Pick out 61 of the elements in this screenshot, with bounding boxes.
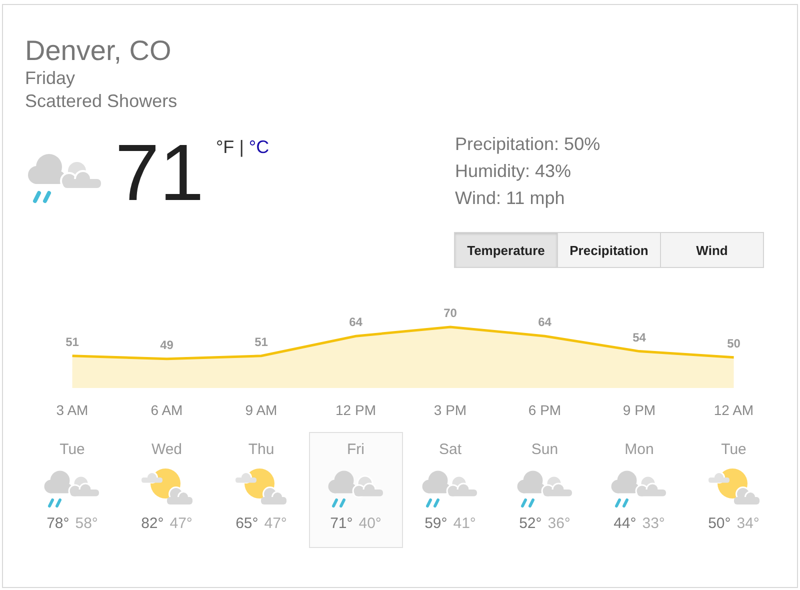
low-temperature: 40°	[358, 515, 382, 532]
hour-label: 9 PM	[622, 402, 657, 418]
weather-detail: Humidity: 43%	[455, 160, 572, 183]
forecast-day[interactable]: Mon 44° 33°	[592, 432, 686, 548]
day-name: Thu	[248, 441, 274, 458]
low-temperature: 41°	[453, 515, 476, 532]
unit-separator: |	[239, 137, 244, 157]
hour-label: 3 PM	[432, 402, 468, 418]
forecast-day[interactable]: Tue 78° 58°	[25, 432, 120, 548]
high-temperature: 59°	[424, 515, 448, 532]
forecast-day[interactable]: Sat 59° 41°	[403, 432, 498, 548]
forecast-day[interactable]: Sun 52° 36°	[498, 432, 592, 548]
hour-label: 12 AM	[712, 402, 755, 418]
hour-label: 12 PM	[334, 402, 377, 418]
low-temperature: 33°	[642, 515, 665, 532]
data-label: 64	[349, 315, 362, 330]
data-label: 64	[538, 315, 552, 330]
day-name: Tue	[60, 441, 85, 458]
forecast-day[interactable]: Fri 71° 40°	[308, 432, 403, 548]
chart-tab[interactable]: Temperature	[454, 232, 558, 268]
day-name: Wed	[151, 441, 182, 458]
chart-tab[interactable]: Precipitation	[557, 232, 661, 268]
day-name: Fri	[347, 441, 364, 458]
data-label: 70	[444, 306, 457, 320]
low-temperature: 47°	[170, 515, 192, 532]
high-temperature: 65°	[236, 515, 258, 532]
data-label: 54	[632, 330, 646, 344]
data-label: 51	[66, 334, 79, 349]
current-temperature: 71	[115, 133, 204, 213]
high-temperature: 78°	[46, 515, 70, 532]
forecast-day[interactable]: Tue 50° 34°	[686, 432, 781, 548]
low-temperature: 34°	[736, 515, 760, 532]
unit-label: °F	[216, 137, 234, 157]
hour-label: 3 AM	[55, 402, 90, 418]
data-label: 51	[254, 334, 268, 349]
unit-link[interactable]: °C	[248, 137, 270, 157]
low-temperature: 47°	[264, 515, 287, 532]
condition-label: Scattered Showers	[25, 90, 178, 113]
forecast-day[interactable]: Wed 82° 47°	[120, 432, 214, 548]
data-label: 49	[160, 338, 174, 352]
high-temperature: 71°	[330, 515, 353, 532]
low-temperature: 58°	[75, 515, 98, 532]
hour-label: 6 AM	[150, 402, 184, 418]
day-name: Sun	[531, 441, 558, 458]
hour-label: 9 AM	[244, 402, 278, 418]
forecast-day[interactable]: Thu 65° 47°	[214, 432, 308, 548]
data-label: 50	[727, 336, 740, 350]
hour-label: 6 PM	[527, 402, 562, 418]
weather-detail: Precipitation: 50%	[455, 133, 602, 156]
day-label: Friday	[25, 67, 76, 90]
high-temperature: 44°	[614, 515, 636, 532]
high-temperature: 52°	[519, 515, 542, 532]
chart-tab[interactable]: Wind	[660, 232, 764, 268]
weather-detail: Wind: 11 mph	[455, 187, 566, 210]
day-name: Tue	[721, 441, 746, 458]
day-name: Sat	[438, 441, 462, 458]
location-title: Denver, CO	[25, 35, 172, 67]
high-temperature: 82°	[141, 515, 164, 532]
day-name: Mon	[624, 441, 654, 458]
high-temperature: 50°	[708, 515, 731, 532]
low-temperature: 36°	[548, 515, 570, 532]
